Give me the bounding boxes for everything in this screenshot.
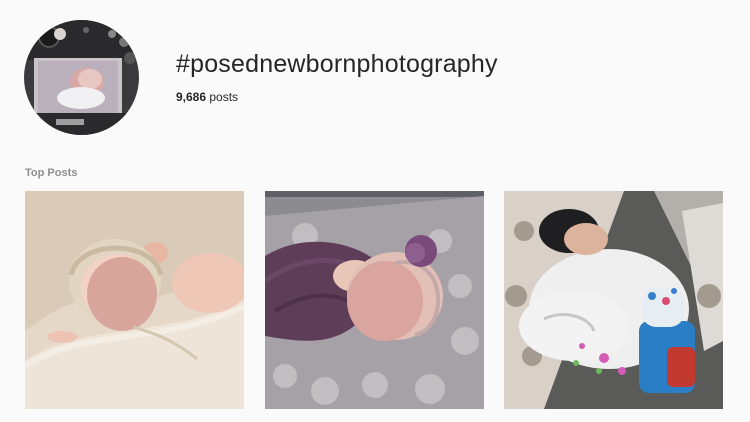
post-image-2 — [265, 191, 484, 409]
post-tile-2[interactable] — [265, 191, 484, 409]
top-posts-heading: Top Posts — [25, 167, 78, 179]
hashtag-header: #posednewbornphotography 9,686 posts — [24, 20, 724, 135]
post-image-1 — [25, 191, 244, 409]
post-count-suffix: posts — [209, 90, 239, 104]
camera-screen-image — [24, 20, 139, 135]
post-tile-3[interactable] — [504, 191, 723, 409]
post-tile-1[interactable] — [25, 191, 244, 409]
post-count: 9,686 posts — [176, 90, 238, 104]
hashtag-avatar[interactable] — [24, 20, 139, 135]
post-count-number: 9,686 — [176, 90, 207, 104]
hashtag-page: #posednewbornphotography 9,686 posts Top… — [0, 0, 750, 422]
page-title: #posednewbornphotography — [176, 50, 498, 78]
top-posts-grid — [25, 191, 723, 409]
post-image-3 — [504, 191, 723, 409]
